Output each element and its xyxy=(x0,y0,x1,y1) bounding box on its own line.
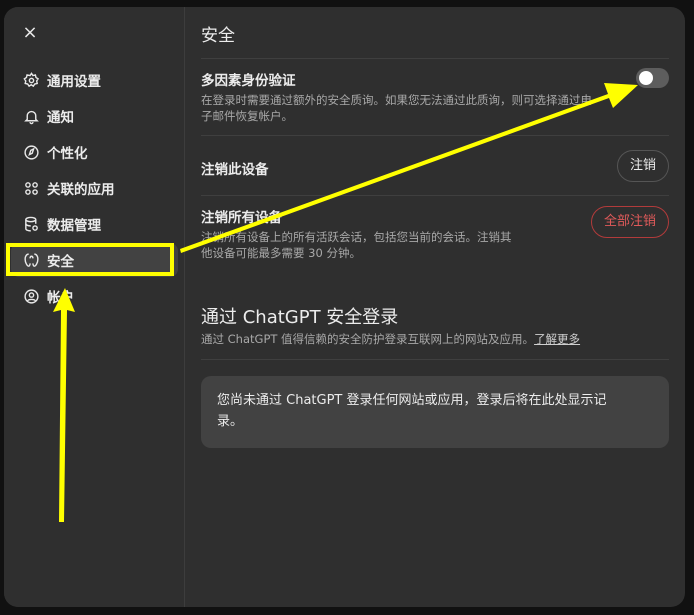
sidebar-item-label: 数据管理 xyxy=(47,218,101,234)
logout-all-description: 注销所有设备上的所有活跃会话，包括您当前的会话。注销其 他设备可能最多需要 30… xyxy=(201,229,512,261)
learn-more-link[interactable]: 了解更多 xyxy=(534,332,580,346)
logout-all-description-line: 注销所有设备上的所有活跃会话，包括您当前的会话。注销其 xyxy=(201,230,512,244)
logout-all-button[interactable]: 全部注销 xyxy=(590,206,669,238)
sidebar-item-connected-apps[interactable]: 关联的应用 xyxy=(11,171,178,205)
mfa-title: 多因素身份验证 xyxy=(201,73,296,89)
settings-dialog: × 通用设置 通知 个性化 关联的应用 数据管理 安全 帐户 安全 多因素身份验… xyxy=(4,7,685,607)
annotation-highlight-box xyxy=(6,243,174,276)
sso-empty-notice: 您尚未通过 ChatGPT 登录任何网站或应用，登录后将在此处显示记 录。 xyxy=(201,376,669,448)
database-icon xyxy=(22,215,40,233)
close-button[interactable]: × xyxy=(19,22,41,44)
settings-sidebar: × 通用设置 通知 个性化 关联的应用 数据管理 安全 帐户 xyxy=(4,7,185,607)
sidebar-item-general[interactable]: 通用设置 xyxy=(11,63,178,97)
logout-button[interactable]: 注销 xyxy=(616,150,669,182)
toggle-knob xyxy=(639,71,653,85)
sso-description-text: 通过 ChatGPT 值得信赖的安全防护登录互联网上的网站及应用。 xyxy=(201,332,535,346)
logout-all-description-line: 他设备可能最多需要 30 分钟。 xyxy=(201,246,361,260)
sidebar-item-notifications[interactable]: 通知 xyxy=(11,99,178,133)
mfa-description-line: 子邮件恢复帐户。 xyxy=(201,109,293,123)
divider xyxy=(201,58,669,59)
close-icon: × xyxy=(22,22,38,43)
sidebar-item-label: 关联的应用 xyxy=(47,182,115,198)
sidebar-item-label: 帐户 xyxy=(47,290,74,306)
personalization-icon xyxy=(22,143,40,161)
sidebar-item-label: 通用设置 xyxy=(47,74,101,90)
mfa-toggle[interactable] xyxy=(636,68,669,88)
mfa-description-line: 在登录时需要通过额外的安全质询。如果您无法通过此质询，则可选择通过电 xyxy=(201,93,592,107)
divider xyxy=(201,359,669,360)
sidebar-item-account[interactable]: 帐户 xyxy=(11,279,178,313)
logout-all-title: 注销所有设备 xyxy=(201,210,282,226)
security-panel: 安全 多因素身份验证 在登录时需要通过额外的安全质询。如果您无法通过此质询，则可… xyxy=(201,7,669,607)
logout-device-title: 注销此设备 xyxy=(201,162,269,178)
sidebar-item-personalization[interactable]: 个性化 xyxy=(11,135,178,169)
page-title: 安全 xyxy=(201,26,235,46)
mfa-description: 在登录时需要通过额外的安全质询。如果您无法通过此质询，则可选择通过电 子邮件恢复… xyxy=(201,92,592,124)
divider xyxy=(201,135,669,136)
sso-description: 通过 ChatGPT 值得信赖的安全防护登录互联网上的网站及应用。了解更多 xyxy=(201,331,580,347)
user-circle-icon xyxy=(22,287,40,305)
sso-empty-notice-line: 您尚未通过 ChatGPT 登录任何网站或应用，登录后将在此处显示记 xyxy=(217,393,607,408)
bell-icon xyxy=(22,107,40,125)
sidebar-item-label: 通知 xyxy=(47,110,74,126)
divider xyxy=(201,195,669,196)
sso-section-title: 通过 ChatGPT 安全登录 xyxy=(201,307,399,328)
sidebar-item-label: 个性化 xyxy=(47,146,88,162)
apps-grid-icon xyxy=(22,179,40,197)
gear-icon xyxy=(22,71,40,89)
sidebar-item-data-controls[interactable]: 数据管理 xyxy=(11,207,178,241)
sso-empty-notice-line: 录。 xyxy=(217,414,244,429)
